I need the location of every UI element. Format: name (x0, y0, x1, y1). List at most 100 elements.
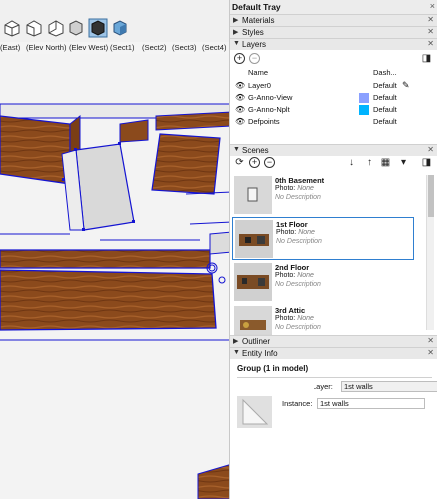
layer-dash: Default (373, 117, 397, 126)
entity-title: Group (1 in model) (237, 364, 309, 373)
view-options-icon[interactable]: ▦ (380, 157, 391, 168)
layer-name: G-Anno-View (248, 93, 293, 102)
panel-close-icon[interactable]: ✕ (427, 145, 434, 154)
layer-details-icon[interactable]: ◨ (421, 53, 432, 64)
xray-style-icon[interactable] (66, 18, 86, 38)
panel-close-icon[interactable]: ✕ (427, 27, 434, 36)
wood-wall-right (151, 133, 221, 195)
panel-title-scenes: Scenes (242, 146, 269, 155)
scene-description: No Description (275, 281, 321, 288)
scene-item[interactable]: 2nd Floor Photo: None No Description (232, 261, 414, 304)
collapse-arrow-icon: ▼ (233, 146, 240, 153)
scene-photo: Photo: None (276, 229, 315, 236)
panel-title-materials: Materials (242, 16, 275, 25)
panel-close-icon[interactable]: ✕ (427, 348, 434, 357)
layer-dropdown-value: 1st walls (344, 382, 373, 391)
scene-tab-sect4[interactable]: (Sect4) (202, 43, 226, 52)
layer-name: Layer0 (248, 81, 271, 90)
scene-name: 2nd Floor (275, 263, 310, 272)
scene-tabs: (East) (Elev North) (Elev West) (Sect1) … (0, 42, 232, 54)
panel-entity-info[interactable]: ▼ Entity Info ✕ (230, 347, 437, 359)
pencil-icon: ✎ (402, 80, 410, 90)
layer-name: Defpoints (248, 117, 280, 126)
left-view-icon[interactable] (46, 18, 66, 38)
layer-row[interactable]: 👁 Layer0 Default ✎ (230, 80, 437, 92)
panel-title-entity-info: Entity Info (242, 349, 278, 358)
entity-thumbnail (237, 396, 272, 428)
panel-styles[interactable]: ▶ Styles ✕ (230, 26, 437, 38)
tray-title: Default Tray (232, 2, 281, 12)
scenes-scrollbar[interactable] (426, 175, 434, 330)
entity-info-body: Group (1 in model) Layer: 1st walls ⌄ In… (230, 359, 437, 499)
panel-close-icon[interactable]: ✕ (427, 39, 434, 48)
panel-title-outliner: Outliner (242, 337, 271, 346)
visibility-eye-icon[interactable]: 👁 (235, 81, 245, 90)
right-view-icon[interactable] (2, 18, 22, 38)
add-scene-icon[interactable]: + (249, 157, 260, 168)
layer-dash: Default (373, 93, 397, 102)
remove-layer-icon[interactable]: − (249, 53, 260, 64)
panel-layers[interactable]: ▼ Layers ✕ (230, 38, 437, 50)
layer-row[interactable]: 👁 G-Anno-View Default (230, 92, 437, 104)
scenes-panel-body: ⟳ + − ↓ ↑ ▦ ▾ ◨ 0th Basement Photo: None… (230, 155, 437, 344)
scene-tab-sect3[interactable]: (Sect3) (172, 43, 196, 52)
move-scene-down-icon[interactable]: ↓ (346, 157, 357, 168)
instance-value: 1st walls (320, 399, 349, 408)
panel-title-layers: Layers (242, 40, 267, 49)
views-toolbar (0, 0, 232, 42)
entity-details: Layer: 1st walls ⌄ Instance: 1st walls (237, 377, 437, 499)
layer-row[interactable]: 👁 Defpoints Default (230, 116, 437, 128)
model-geometry[interactable] (0, 54, 232, 499)
layer-dropdown[interactable]: 1st walls ⌄ (341, 381, 437, 392)
instance-label: Instance: (282, 399, 313, 408)
scene-tab-sect1[interactable]: (Sect1) (110, 43, 134, 52)
refresh-scene-icon[interactable]: ⟳ (234, 157, 245, 168)
scene-tab-elev-west[interactable]: (Elev West) (69, 43, 108, 52)
scene-photo: Photo: None (275, 185, 314, 192)
remove-scene-icon[interactable]: − (264, 157, 275, 168)
default-tray: Default Tray × ▶ Materials ✕ ▶ Styles ✕ … (229, 0, 437, 499)
scene-name: 3rd Attic (275, 306, 306, 315)
add-layer-icon[interactable]: + (234, 53, 245, 64)
visibility-eye-icon[interactable]: 👁 (235, 93, 245, 102)
panel-close-icon[interactable]: ✕ (427, 336, 434, 345)
tray-title-bar: Default Tray × (230, 0, 437, 14)
panel-outliner[interactable]: ▶ Outliner ✕ (230, 335, 437, 347)
scene-thumbnail (235, 220, 273, 258)
panel-materials[interactable]: ▶ Materials ✕ (230, 14, 437, 26)
scrollbar-thumb[interactable] (428, 175, 434, 217)
instance-field[interactable]: 1st walls (317, 398, 425, 409)
back-view-icon[interactable] (24, 18, 44, 38)
collapse-arrow-icon: ▼ (233, 40, 240, 47)
move-scene-up-icon[interactable]: ↑ (364, 157, 375, 168)
panel-close-icon[interactable]: ✕ (427, 15, 434, 24)
tray-close-icon[interactable]: × (430, 1, 435, 11)
scene-name: 1st Floor (276, 220, 308, 229)
scene-name: 0th Basement (275, 176, 325, 185)
scene-photo: Photo: None (275, 315, 314, 322)
visibility-eye-icon[interactable]: 👁 (235, 105, 245, 114)
scene-details-icon[interactable]: ◨ (421, 157, 432, 168)
collapse-arrow-icon: ▼ (233, 349, 240, 356)
visibility-eye-icon[interactable]: 👁 (235, 117, 245, 126)
scene-tab-elev-north[interactable]: (Elev North) (26, 43, 67, 52)
shaded-style-icon[interactable] (110, 18, 130, 38)
layer-color-swatch[interactable] (359, 105, 369, 115)
expand-arrow-icon: ▶ (233, 17, 239, 24)
layer-name: G-Anno-Nplt (248, 105, 290, 114)
scene-description: No Description (276, 238, 322, 245)
column-name-header[interactable]: Name (248, 68, 268, 77)
scene-tab-sect2[interactable]: (Sect2) (142, 43, 166, 52)
layer-color-swatch[interactable] (359, 93, 369, 103)
model-viewport[interactable]: (East) (Elev North) (Elev West) (Sect1) … (0, 0, 232, 499)
wireframe-style-icon[interactable] (88, 18, 108, 38)
scene-tab-east[interactable]: (East) (0, 43, 20, 52)
column-dash-header[interactable]: Dash... (373, 68, 397, 77)
expand-arrow-icon: ▶ (233, 29, 239, 36)
scene-item[interactable]: 0th Basement Photo: None No Description (232, 174, 414, 217)
wood-wall-left (0, 115, 71, 185)
details-icon[interactable]: ▾ (398, 157, 409, 168)
layer-row[interactable]: 👁 G-Anno-Nplt Default (230, 104, 437, 116)
scene-item-selected[interactable]: 1st Floor Photo: None No Description (232, 217, 414, 260)
layer-dash: Default (373, 105, 397, 114)
